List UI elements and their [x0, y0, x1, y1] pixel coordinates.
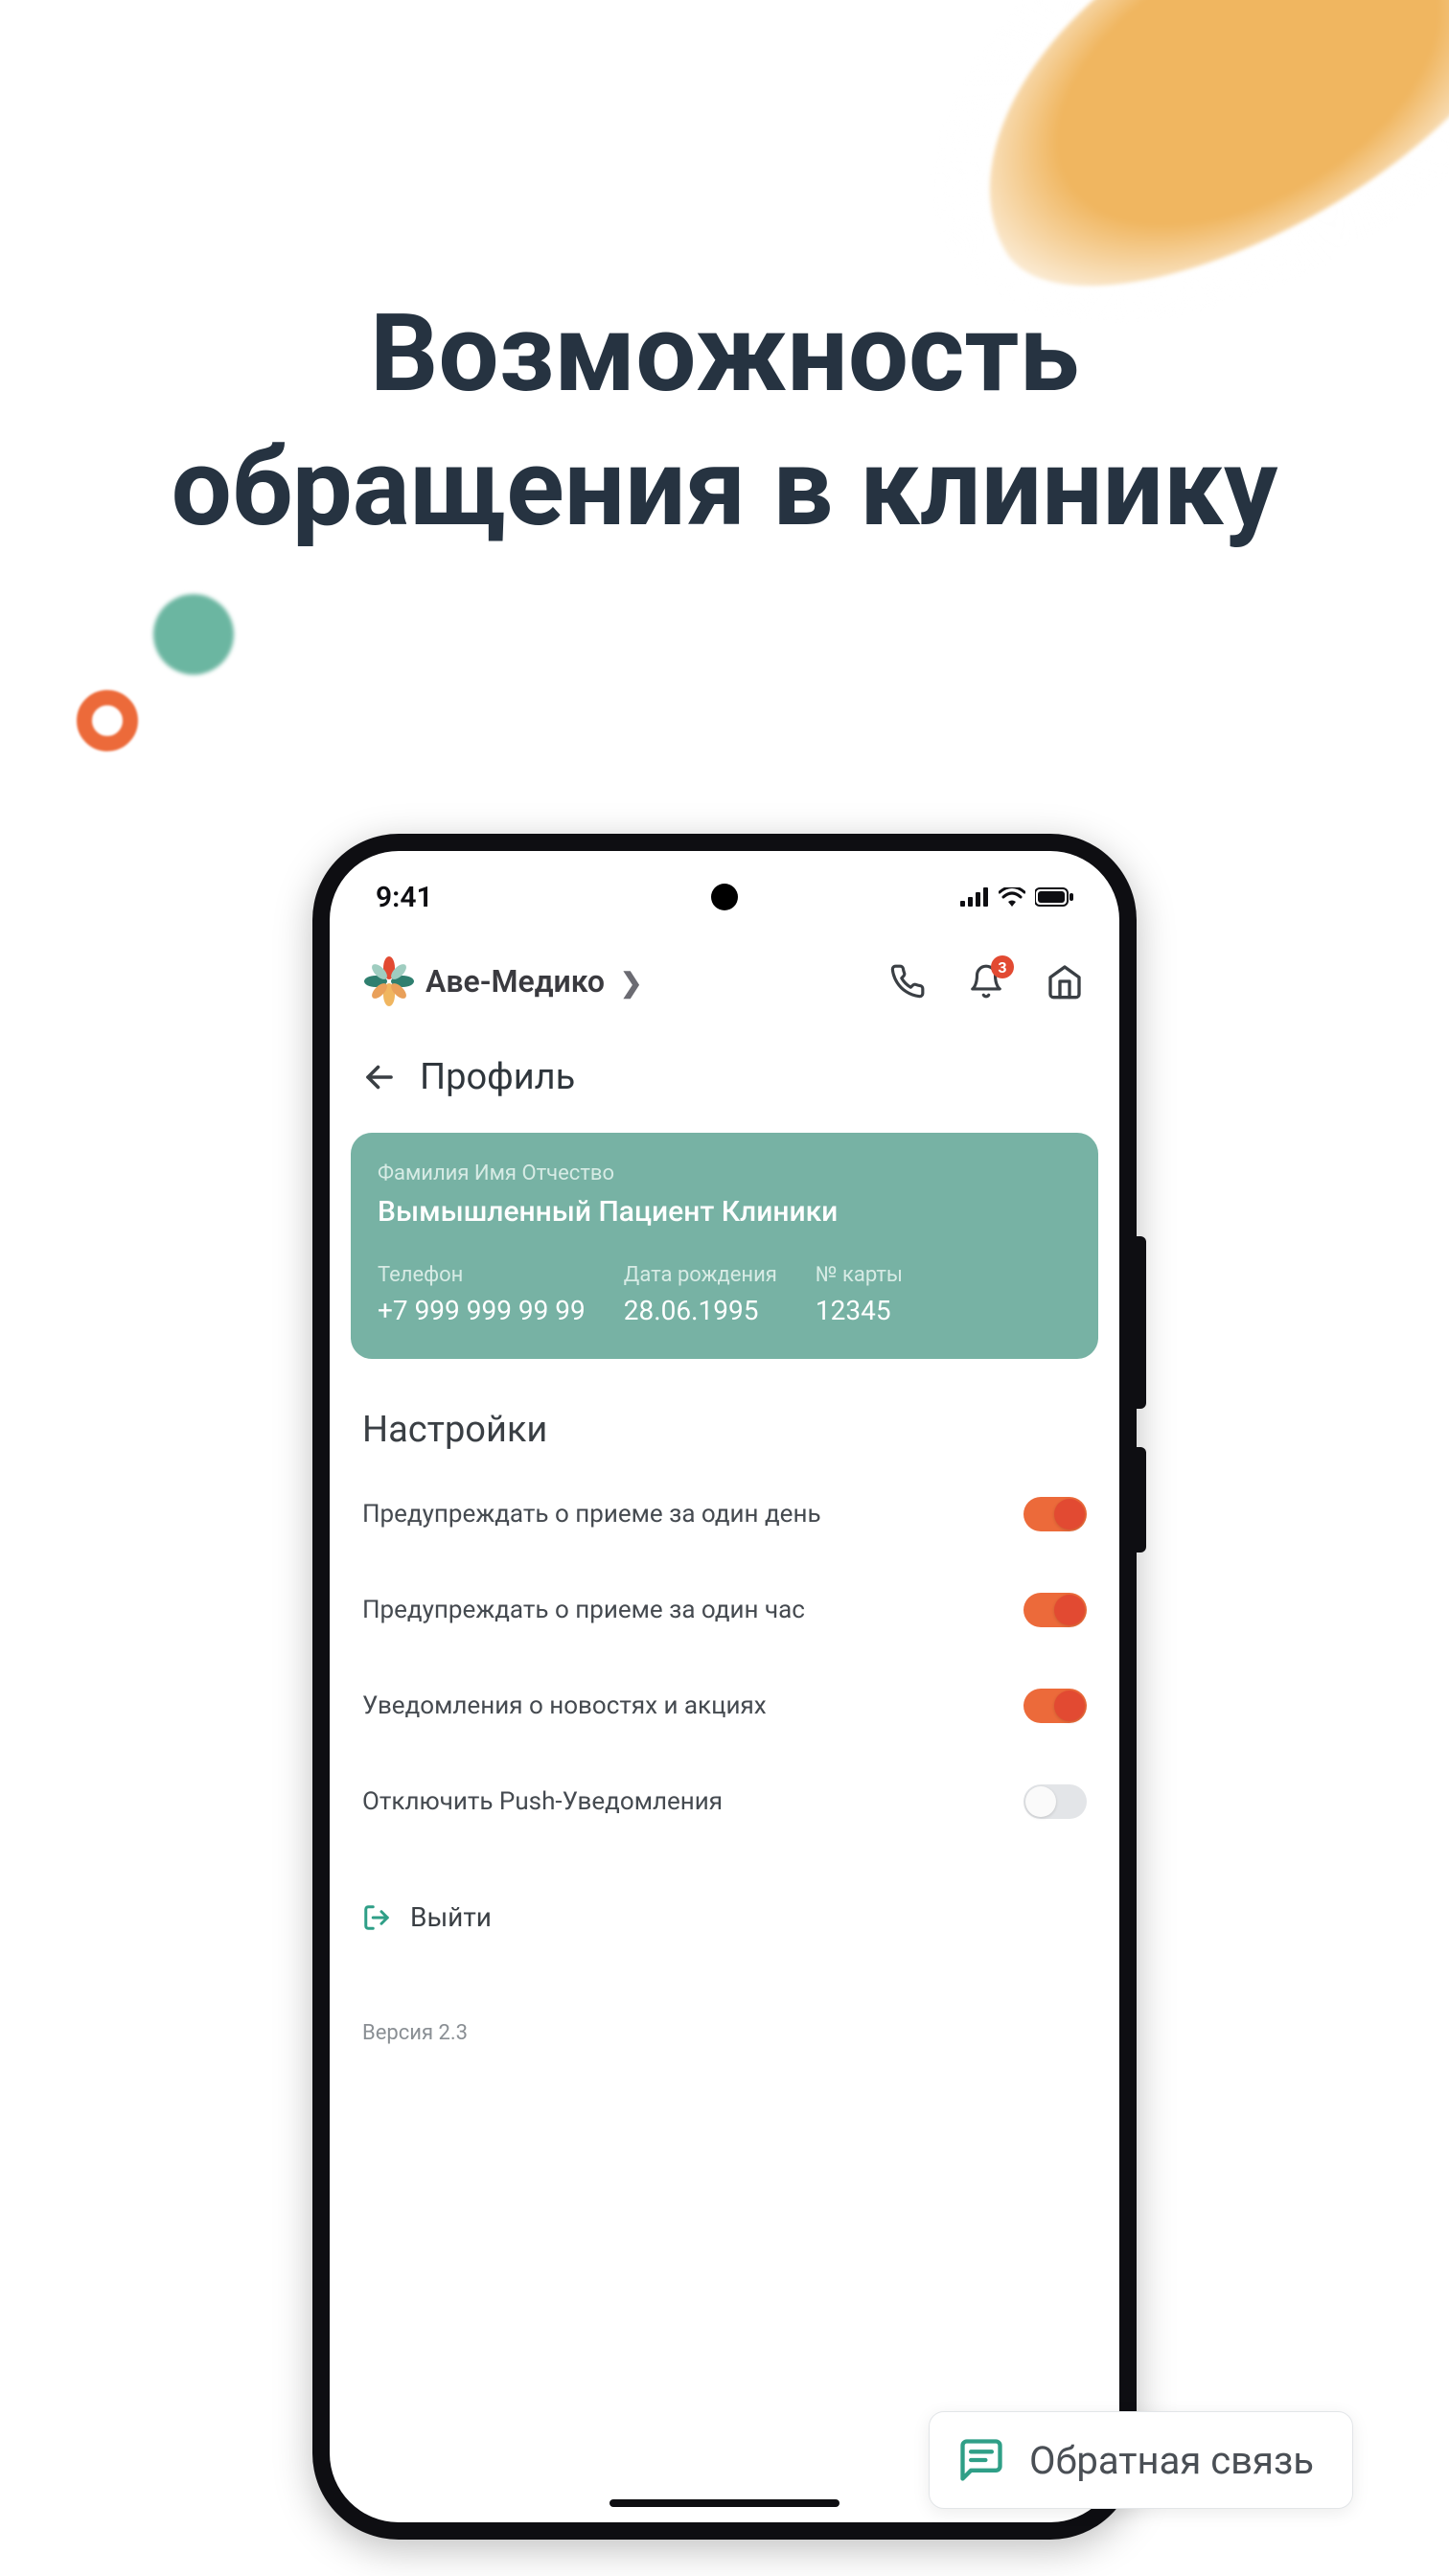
phone-screen: 9:41 Аве-Медико: [330, 851, 1119, 2522]
version-label: Версия 2.3: [330, 1952, 1119, 2045]
toggle-remind-day[interactable]: [1024, 1497, 1087, 1531]
phone-camera: [711, 884, 738, 910]
setting-label: Уведомления о новостях и акциях: [362, 1691, 767, 1720]
back-button[interactable]: [362, 1060, 397, 1094]
setting-disable-push: Отключить Push-Уведомления: [330, 1754, 1119, 1850]
toggle-remind-hour[interactable]: [1024, 1593, 1087, 1627]
page-title: Профиль: [420, 1056, 575, 1098]
profile-dob: Дата рождения 28.06.1995: [624, 1263, 777, 1326]
profile-cardnum-value: 12345: [816, 1295, 903, 1326]
hero-title: Возможность обращения в клинику: [0, 288, 1449, 556]
profile-dob-label: Дата рождения: [624, 1263, 777, 1287]
phone-side-button: [1137, 1447, 1146, 1552]
brand-logo-icon: [364, 956, 414, 1006]
decorative-ring-orange: [77, 690, 138, 751]
profile-cardnum-label: № карты: [816, 1263, 903, 1287]
decorative-dot-teal: [153, 594, 234, 675]
arrow-left-icon: [362, 1060, 397, 1094]
feedback-button[interactable]: Обратная связь: [929, 2411, 1353, 2509]
phone-side-button: [1137, 1236, 1146, 1409]
profile-phone: Телефон +7 999 999 99 99: [378, 1263, 586, 1326]
notification-badge: 3: [991, 955, 1014, 978]
toggle-disable-push[interactable]: [1024, 1784, 1087, 1819]
home-indicator: [610, 2499, 840, 2507]
feedback-label: Обратная связь: [1029, 2438, 1314, 2483]
call-button[interactable]: [887, 961, 928, 1001]
profile-name-label: Фамилия Имя Отчество: [378, 1162, 1071, 1185]
setting-label: Предупреждать о приеме за один час: [362, 1596, 805, 1624]
status-icons: [960, 887, 1073, 907]
phone-icon: [889, 963, 926, 1000]
phone-mockup: 9:41 Аве-Медико: [312, 834, 1137, 2540]
cellular-icon: [960, 887, 989, 907]
status-time: 9:41: [376, 881, 433, 914]
brand-name: Аве-Медико: [426, 963, 605, 1000]
setting-remind-hour: Предупреждать о приеме за один час: [330, 1562, 1119, 1658]
page-title-row: Профиль: [330, 1029, 1119, 1125]
header-actions: 3: [887, 961, 1085, 1001]
logout-label: Выйти: [410, 1901, 492, 1933]
home-icon: [1046, 962, 1084, 1000]
battery-icon: [1035, 887, 1073, 907]
profile-phone-label: Телефон: [378, 1263, 586, 1287]
profile-phone-value: +7 999 999 99 99: [378, 1295, 586, 1326]
settings-title: Настройки: [330, 1359, 1119, 1466]
notifications-button[interactable]: 3: [966, 961, 1006, 1001]
setting-news: Уведомления о новостях и акциях: [330, 1658, 1119, 1754]
setting-label: Предупреждать о приеме за один день: [362, 1500, 821, 1529]
setting-remind-day: Предупреждать о приеме за один день: [330, 1466, 1119, 1562]
brand[interactable]: Аве-Медико ❯: [364, 956, 643, 1006]
profile-cardnum: № карты 12345: [816, 1263, 903, 1326]
hero-line2: обращения в клинику: [0, 422, 1449, 556]
setting-label: Отключить Push-Уведомления: [362, 1787, 723, 1816]
chat-icon: [956, 2435, 1006, 2485]
chevron-right-icon: ❯: [620, 964, 642, 999]
toggle-news[interactable]: [1024, 1689, 1087, 1723]
profile-card: Фамилия Имя Отчество Вымышленный Пациент…: [351, 1133, 1098, 1359]
profile-name-value: Вымышленный Пациент Клиники: [378, 1195, 1071, 1229]
app-header: Аве-Медико ❯ 3: [330, 943, 1119, 1029]
logout-button[interactable]: Выйти: [330, 1850, 1119, 1952]
hero-line1: Возможность: [0, 288, 1449, 422]
logout-icon: [362, 1903, 391, 1932]
home-button[interactable]: [1045, 961, 1085, 1001]
profile-dob-value: 28.06.1995: [624, 1295, 777, 1326]
wifi-icon: [999, 887, 1025, 907]
